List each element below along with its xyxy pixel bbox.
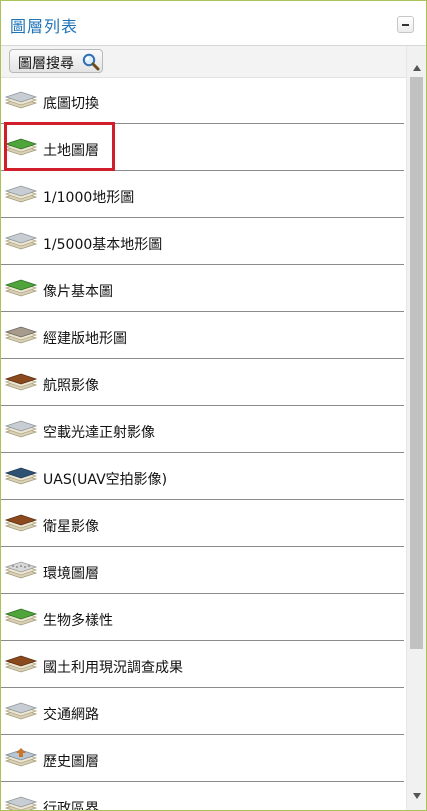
- layer-item[interactable]: 1/5000基本地形圖: [1, 219, 404, 265]
- layer-item-label: 行政區界: [43, 801, 99, 810]
- vertical-scrollbar[interactable]: [406, 46, 426, 810]
- layer-item-label: 空載光達正射影像: [43, 425, 155, 441]
- layer-brown-icon: [4, 514, 38, 532]
- layer-item[interactable]: 土地圖層: [1, 125, 404, 171]
- layer-item-label: 衛星影像: [43, 519, 99, 535]
- layer-item-label: 經建版地形圖: [43, 331, 127, 347]
- layer-brown-icon: [4, 655, 38, 673]
- layer-item-label: 底圖切換: [43, 96, 99, 112]
- scroll-up-arrow-icon[interactable]: [412, 62, 422, 74]
- layer-dotted-icon: [4, 561, 38, 579]
- layer-stone-icon: [4, 326, 38, 344]
- layer-list-panel: 圖層列表 圖層搜尋 底圖切換土地圖層 1/1000地形圖 1/5000基本地形圖 像片…: [0, 0, 427, 811]
- layer-item[interactable]: 底圖切換: [1, 78, 404, 124]
- layer-brown-icon: [4, 373, 38, 391]
- scroll-down-arrow-icon[interactable]: [412, 790, 422, 802]
- layer-arrow-icon: [4, 748, 38, 767]
- layer-item[interactable]: 像片基本圖: [1, 266, 404, 312]
- layer-item-label: 國土利用現況調查成果: [43, 660, 183, 676]
- layer-item[interactable]: 經建版地形圖: [1, 313, 404, 359]
- layer-item[interactable]: UAS(UAV空拍影像): [1, 454, 404, 500]
- layer-item-label: 環境圖層: [43, 566, 99, 582]
- magnifier-icon: [82, 53, 100, 71]
- layer-item-label: 1/1000地形圖: [43, 190, 135, 206]
- panel-title: 圖層列表: [10, 17, 79, 36]
- toolbar: 圖層搜尋: [1, 46, 406, 78]
- layer-list: 底圖切換土地圖層 1/1000地形圖 1/5000基本地形圖 像片基本圖經建版地形圖航…: [1, 78, 406, 810]
- layer-navy-icon: [4, 467, 38, 485]
- layer-gray-icon: [4, 185, 38, 203]
- layer-item-label: 生物多樣性: [43, 613, 113, 629]
- panel-header: 圖層列表: [1, 1, 426, 46]
- layer-item[interactable]: 交通網路: [1, 689, 404, 735]
- layer-item[interactable]: 衛星影像: [1, 501, 404, 547]
- layer-gray-icon: [4, 420, 38, 438]
- layer-item-label: 航照影像: [43, 378, 99, 394]
- layer-item-label: 1/5000基本地形圖: [43, 237, 163, 253]
- layer-green-icon: [4, 279, 38, 297]
- layer-item[interactable]: 空載光達正射影像: [1, 407, 404, 453]
- layer-gray-icon: [4, 232, 38, 250]
- scrollbar-thumb[interactable]: [410, 77, 423, 649]
- layer-item[interactable]: 環境圖層: [1, 548, 404, 594]
- collapse-icon: [402, 24, 409, 26]
- layer-item-label: UAS(UAV空拍影像): [43, 472, 168, 488]
- layer-item-label: 歷史圖層: [43, 754, 99, 770]
- layer-gray-icon: [4, 702, 38, 720]
- layer-item[interactable]: 歷史圖層: [1, 736, 404, 782]
- layer-item[interactable]: 行政區界: [1, 783, 404, 810]
- layer-search-button[interactable]: 圖層搜尋: [9, 49, 103, 73]
- layer-gray-icon: [4, 796, 38, 810]
- layer-green-icon: [4, 608, 38, 626]
- layer-item[interactable]: 1/1000地形圖: [1, 172, 404, 218]
- layer-item-label: 土地圖層: [43, 143, 99, 159]
- layer-item-label: 像片基本圖: [43, 284, 113, 300]
- layer-item[interactable]: 國土利用現況調查成果: [1, 642, 404, 688]
- layer-green-icon: [4, 138, 38, 156]
- layer-item[interactable]: 航照影像: [1, 360, 404, 406]
- layer-gray-icon: [4, 91, 38, 109]
- layer-search-label: 圖層搜尋: [18, 56, 74, 72]
- layer-item[interactable]: 生物多樣性: [1, 595, 404, 641]
- collapse-button[interactable]: [397, 16, 414, 33]
- layer-item-label: 交通網路: [43, 707, 99, 723]
